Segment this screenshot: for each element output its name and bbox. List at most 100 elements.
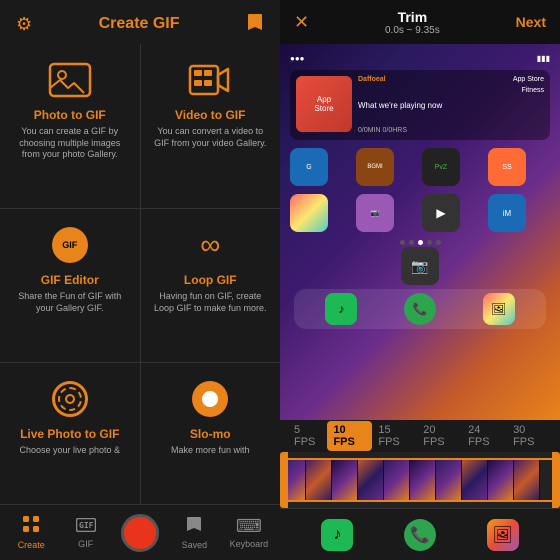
subway-surf-app: SS [488,148,526,186]
apps-row-2: 📷 ▶ iM [286,190,554,236]
bookmark-icon[interactable] [246,12,264,37]
tab-keyboard[interactable]: ⌨ Keyboard [222,516,276,549]
imovie-app: iM [488,194,526,232]
tab-bar: Create GIF GIF Saved ⌨ Keyboard [0,504,280,560]
left-panel: ⚙ Create GIF Photo to GIF You can create… [0,0,280,560]
tab-gif-label: GIF [78,539,93,549]
timeline-border-top [288,458,552,460]
feature-grid: Photo to GIF You can create a GIF by cho… [0,44,280,504]
slomo-icon [188,377,232,421]
timeline-frame-9 [488,458,514,502]
timeline-frame-4 [358,458,384,502]
timeline-frame-3 [332,458,358,502]
svg-text:GIF: GIF [79,521,94,530]
dock-phone[interactable]: 📞 [404,519,436,551]
phone-status-bar: ●●● ▮▮▮ [286,50,554,66]
banner-title: What we're playing now [358,101,507,110]
timeline-frames [280,458,540,502]
video-to-gif-cell[interactable]: Video to GIF You can convert a video to … [141,44,281,208]
phone-dock: ♪ 📞 🖼 [294,289,546,329]
keyboard-icon: ⌨ [236,516,262,537]
banner-stats: 0/0MIN 0/0HRS [358,127,507,134]
phone-dock-icon: 📞 [404,293,436,325]
fitness-label: Fitness [521,87,544,94]
live-photo-icon [48,377,92,421]
slomo-title: Slo-mo [190,427,231,441]
pvz2-app: PvZ [422,148,460,186]
fps-20[interactable]: 20 FPS [417,421,462,451]
google-news-app: G [290,148,328,186]
camera-app: 📷 [401,247,439,285]
featured-banner: AppStore Daffoeal What we're playing now… [290,70,550,140]
tab-saved-label: Saved [182,540,208,550]
tab-create-label: Create [18,540,45,550]
photo-to-gif-desc: You can create a GIF by choosing multipl… [10,126,130,161]
fps-5[interactable]: 5 FPS [288,421,327,451]
photo9-app: 📷 [356,194,394,232]
timeline-frame-5 [384,458,410,502]
next-button[interactable]: Next [516,14,546,30]
video-to-gif-desc: You can convert a video to GIF from your… [151,126,271,149]
timeline-handle-left[interactable] [280,452,288,508]
photos-app [290,194,328,232]
page-title: Create GIF [99,15,180,33]
fps-24[interactable]: 24 FPS [462,421,507,451]
timeline-frame-6 [410,458,436,502]
tab-record[interactable] [113,514,167,552]
page-dots [286,240,554,245]
dock-photos-icon: 🖼 [487,519,519,551]
gif-editor-cell[interactable]: GIF GIF Editor Share the Fun of GIF with… [0,209,140,362]
photo-to-gif-cell[interactable]: Photo to GIF You can create a GIF by cho… [0,44,140,208]
timeline-handle-right[interactable] [552,452,560,508]
slomo-cell[interactable]: Slo-mo Make more fun with [141,363,281,504]
gif-editor-desc: Share the Fun of GIF with your Gallery G… [10,291,130,314]
live-photo-title: Live Photo to GIF [20,427,119,441]
video-mockup: ●●● ▮▮▮ AppStore Daffoeal What we're pla… [280,44,560,420]
battery-icon: ▮▮▮ [537,54,550,63]
live-photo-desc: Choose your live photo & [19,445,120,457]
timeline-strip[interactable] [280,452,560,508]
apps-row-1: G BGMI PvZ SS [286,144,554,190]
video-to-gif-title: Video to GIF [175,108,245,122]
dock-phone-icon: 📞 [404,519,436,551]
app-store-label: App Store [513,76,544,83]
gif-editor-title: GIF Editor [41,273,99,287]
video-to-gif-icon [188,58,232,102]
left-header: ⚙ Create GIF [0,0,280,44]
trim-time-range: 0.0s ~ 9.35s [385,25,440,36]
right-panel: ✕ Trim 0.0s ~ 9.35s Next ●●● ▮▮▮ AppStor… [280,0,560,560]
dock-spotify[interactable]: ♪ [321,519,353,551]
loop-gif-desc: Having fun on GIF, create Loop GIF to ma… [151,291,271,314]
timeline-frame-7 [436,458,462,502]
photos-dock: 🖼 [483,293,515,325]
battlegrounds-app: BGMI [356,148,394,186]
record-button[interactable] [121,514,159,552]
tab-saved[interactable]: Saved [167,515,221,550]
timeline-frame-10 [514,458,540,502]
dock-spotify-icon: ♪ [321,519,353,551]
slomo-desc: Make more fun with [171,445,250,457]
timeline-border-bottom [288,500,552,502]
right-dock: ♪ 📞 🖼 [280,508,560,560]
gif-tab-icon: GIF [76,516,96,537]
fps-15[interactable]: 15 FPS [372,421,417,451]
timeline-frame-2 [306,458,332,502]
tab-create[interactable]: Create [4,515,58,550]
tab-gif[interactable]: GIF GIF [58,516,112,549]
banner-tag: Daffoeal [358,76,507,83]
photo-to-gif-icon [48,58,92,102]
photo-to-gif-title: Photo to GIF [34,108,106,122]
saved-icon [186,515,202,538]
loop-gif-title: Loop GIF [184,273,237,287]
loop-gif-cell[interactable]: ∞ Loop GIF Having fun on GIF, create Loo… [141,209,281,362]
create-icon [22,515,40,538]
fps-30[interactable]: 30 FPS [507,421,552,451]
live-photo-cell[interactable]: Live Photo to GIF Choose your live photo… [0,363,140,504]
video-preview: ●●● ▮▮▮ AppStore Daffoeal What we're pla… [280,44,560,420]
fps-bar: 5 FPS 10 FPS 15 FPS 20 FPS 24 FPS 30 FPS [280,420,560,452]
gear-icon[interactable]: ⚙ [16,14,32,35]
fps-10[interactable]: 10 FPS [327,421,372,451]
close-icon[interactable]: ✕ [294,12,309,33]
dock-photos[interactable]: 🖼 [487,519,519,551]
tab-keyboard-label: Keyboard [230,539,269,549]
